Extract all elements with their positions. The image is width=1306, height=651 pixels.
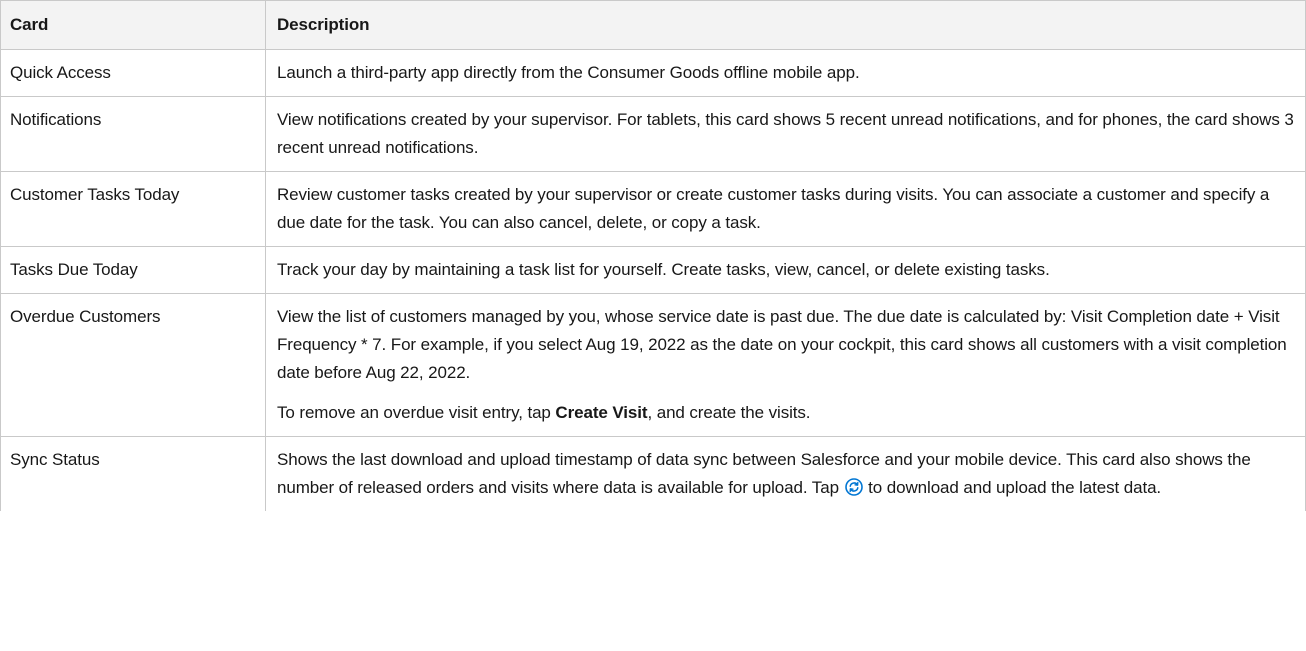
card-description: Review customer tasks created by your su… xyxy=(277,185,1270,232)
card-description-note: To remove an overdue visit entry, tap Cr… xyxy=(277,399,1297,427)
note-suffix: , and create the visits. xyxy=(647,403,811,422)
note-prefix: To remove an overdue visit entry, tap xyxy=(277,403,556,422)
card-name: Quick Access xyxy=(1,50,266,96)
card-name: Sync Status xyxy=(1,437,266,511)
table-row: Quick Access Launch a third-party app di… xyxy=(1,50,1305,97)
table-row: Notifications View notifications created… xyxy=(1,97,1305,172)
card-description: Track your day by maintaining a task lis… xyxy=(277,260,1050,279)
card-description: Launch a third-party app directly from t… xyxy=(277,63,860,82)
table-row: Sync Status Shows the last download and … xyxy=(1,437,1305,511)
card-description-cell: View the list of customers managed by yo… xyxy=(266,294,1305,436)
card-name: Customer Tasks Today xyxy=(1,172,266,246)
card-description-suffix: to download and upload the latest data. xyxy=(863,478,1162,497)
card-description: View notifications created by your super… xyxy=(277,110,1294,157)
create-visit-label: Create Visit xyxy=(555,403,648,422)
card-name: Overdue Customers xyxy=(1,294,266,436)
table-row: Tasks Due Today Track your day by mainta… xyxy=(1,247,1305,294)
column-header-description: Description xyxy=(277,15,370,34)
sync-icon xyxy=(844,477,863,496)
table-row: Customer Tasks Today Review customer tas… xyxy=(1,172,1305,247)
table-row: Overdue Customers View the list of custo… xyxy=(1,294,1305,437)
card-name: Notifications xyxy=(1,97,266,171)
card-description-cell: Shows the last download and upload times… xyxy=(266,437,1305,511)
column-header-card: Card xyxy=(1,1,266,49)
table-header-row: Card Description xyxy=(1,1,1305,50)
cards-table: Card Description Quick Access Launch a t… xyxy=(0,0,1306,511)
card-description: View the list of customers managed by yo… xyxy=(277,307,1287,382)
card-name: Tasks Due Today xyxy=(1,247,266,293)
